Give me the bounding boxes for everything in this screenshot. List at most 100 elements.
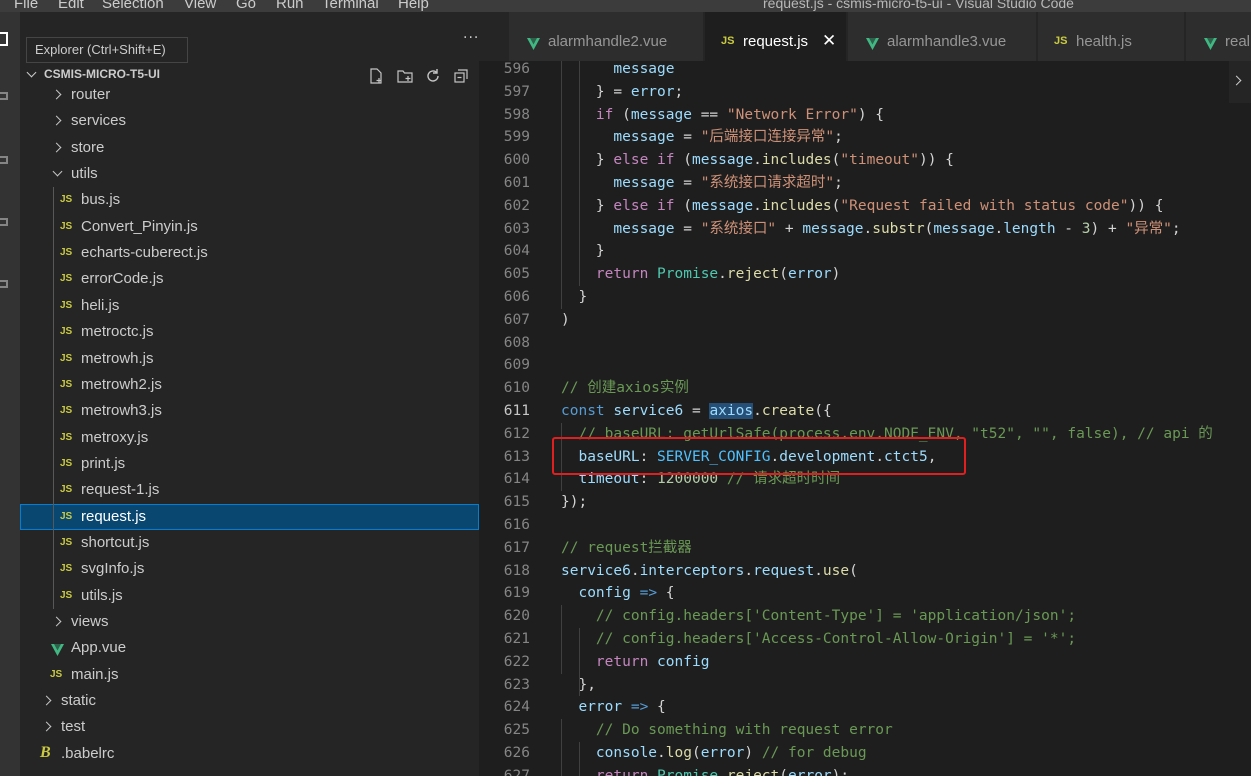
chevron-down-icon [52,166,63,177]
more-actions-icon[interactable]: ··· [463,30,479,46]
tab-label: request.js [743,33,809,50]
line-number: 607 [503,311,530,328]
file-item[interactable]: JS metrowh3.js [20,398,479,424]
tree-item-label: metroctc.js [81,323,154,340]
line-number: 611 [503,403,530,419]
js-file-icon: JS [60,247,73,258]
run-debug-icon[interactable] [0,218,8,226]
tree-item-label: main.js [71,666,119,683]
line-number: 615 [503,494,530,511]
explorer-tooltip: Explorer (Ctrl+Shift+E) [26,37,188,63]
code-line: } [561,289,588,305]
tab-label: alarmhandle2.vue [548,33,668,50]
line-number: 606 [503,289,530,305]
line-number: 616 [503,517,530,533]
file-item[interactable]: JS bus.js [20,187,479,213]
folder-item[interactable]: static [20,688,479,714]
file-item[interactable]: JS metroctc.js [20,319,479,345]
line-number: 625 [503,722,530,739]
indent-guide [561,719,562,776]
code-line: return Promise.reject(error) [595,266,841,283]
tree-item-label: metrowh2.js [81,376,162,393]
js-file-icon: JS [60,511,73,522]
tab-alarmhandle3-vue[interactable]: alarmhandle3.vue [848,12,1037,61]
vue-file-icon [527,35,540,50]
file-item[interactable]: App.vue [20,635,479,661]
js-file-icon: JS [60,326,73,337]
tab-real[interactable]: real [1186,12,1251,61]
file-item[interactable]: JS utils.js [20,583,479,609]
file-item[interactable]: JS metroxy.js [20,425,479,451]
line-number: 624 [503,699,530,716]
menu-go[interactable]: Go [236,0,256,12]
tab-alarmhandle2-vue[interactable]: alarmhandle2.vue [509,12,704,61]
file-item[interactable]: JS Convert_Pinyin.js [20,214,479,240]
file-item[interactable]: JS heli.js [20,293,479,319]
tab-health-js[interactable]: JS health.js [1038,12,1185,61]
tree-item-label: test [61,718,86,735]
menu-edit[interactable]: Edit [58,0,84,12]
file-item[interactable]: JS shortcut.js [20,530,479,556]
chevron-right-icon [41,721,52,732]
tree-item-label: shortcut.js [81,534,150,551]
line-number: 605 [503,266,530,283]
line-number: 603 [503,220,530,237]
code-line: ) [561,311,570,328]
folder-item[interactable]: views [20,609,479,635]
chevron-right-icon [51,89,62,100]
folder-item[interactable]: store [20,135,479,161]
code-line: message = "系统接口" + message.substr(messag… [613,220,1181,237]
tab-label: health.js [1076,33,1132,50]
line-number: 610 [503,380,530,397]
file-item[interactable]: JS request.js [20,504,479,530]
js-file-icon: JS [60,221,73,232]
indent-guide [579,742,580,776]
editor-tab-bar: alarmhandle2.vue JS request.js ✕ alarmhandle… [479,12,1251,61]
tree-item-label: echarts-cuberect.js [81,244,208,261]
explorer-icon[interactable] [0,32,8,46]
close-icon[interactable]: ✕ [822,31,836,51]
file-item[interactable]: JS svgInfo.js [20,556,479,582]
folder-item[interactable]: utils [20,161,479,187]
chevron-right-icon [51,616,62,627]
tree-item-label: utils.js [81,587,123,604]
tree-item-label: utils [71,165,98,182]
folder-item[interactable]: test [20,714,479,740]
menu-terminal[interactable]: Terminal [322,0,379,12]
file-item[interactable]: B .babelrc [20,741,479,767]
tree-item-label: metrowh.js [81,350,154,367]
folder-item[interactable]: services [20,108,479,134]
line-number: 623 [503,676,530,693]
vue-file-icon [1204,35,1217,50]
file-item[interactable]: JS metrowh2.js [20,372,479,398]
tree-item-label: metroxy.js [81,429,149,446]
tree-item-label: heli.js [81,297,120,314]
file-item[interactable]: JS main.js [20,662,479,688]
tab-request-js[interactable]: JS request.js ✕ [705,12,847,61]
tree-item-label: svgInfo.js [81,560,145,577]
code-editor[interactable]: 596 message 597 } = error; 598 if (message… [479,61,1251,776]
menu-file[interactable]: File [14,0,38,12]
file-item[interactable]: JS print.js [20,451,479,477]
tab-scroll-right-button[interactable] [1229,61,1251,103]
code-line: } else if (message.includes("Request fai… [561,197,1164,214]
menu-run[interactable]: Run [276,0,304,12]
file-item[interactable]: JS metrowh.js [20,346,479,372]
menu-help[interactable]: Help [398,0,429,12]
source-control-icon[interactable] [0,156,8,164]
folder-item[interactable]: router [20,82,479,108]
annotation-highlight-box [552,437,966,475]
menu-bar: File Edit Selection View Go Run Terminal Help re… [0,0,1251,12]
file-item[interactable]: JS request-1.js [20,477,479,503]
code-line: error => { [578,699,666,716]
file-item[interactable]: JS echarts-cuberect.js [20,240,479,266]
search-icon[interactable] [0,92,8,100]
menu-selection[interactable]: Selection [102,0,164,12]
menu-view[interactable]: View [184,0,216,12]
tab-label: alarmhandle3.vue [887,33,1007,50]
line-number: 601 [503,175,530,191]
code-line: return Promise.reject(error); [595,767,850,776]
file-item[interactable]: JS errorCode.js [20,266,479,292]
extensions-icon[interactable] [0,280,8,288]
indent-guide [579,61,580,286]
